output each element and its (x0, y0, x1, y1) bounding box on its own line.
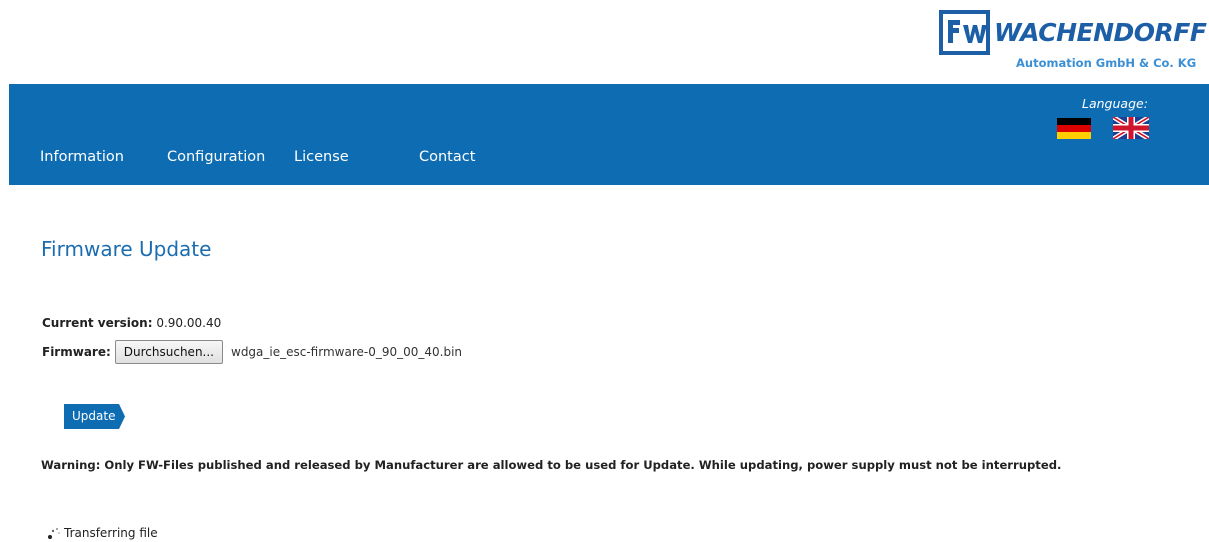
german-flag-icon[interactable] (1057, 118, 1091, 139)
current-version-label: Current version: (42, 316, 153, 330)
nav-item-information[interactable]: Information (40, 149, 124, 165)
nav-item-configuration[interactable]: Configuration (167, 149, 265, 165)
main-navbar: Information Configuration License Contac… (9, 84, 1209, 185)
page-title: Firmware Update (41, 237, 212, 261)
browse-button[interactable]: Durchsuchen... (114, 340, 223, 364)
brand-logo: WACHENDORFF Automation GmbH & Co. KG (939, 10, 1207, 72)
brand-subtitle: Automation GmbH & Co. KG (1016, 56, 1197, 70)
update-button[interactable]: Update (64, 404, 126, 429)
brand-name: WACHENDORFF (994, 18, 1207, 47)
brand-mark-icon (939, 10, 990, 55)
firmware-label: Firmware: (42, 345, 111, 359)
current-version-value: 0.90.00.40 (156, 316, 222, 330)
current-version-row: Current version: 0.90.00.40 (42, 316, 221, 330)
nav-item-contact[interactable]: Contact (419, 149, 475, 165)
nav-item-license[interactable]: License (294, 149, 349, 165)
uk-flag-icon[interactable] (1113, 117, 1149, 139)
transfer-status: Transferring file (47, 526, 158, 540)
update-button-label: Update (72, 409, 116, 423)
warning-text: Warning: Only FW-Files published and rel… (41, 458, 1062, 472)
language-label: Language: (1082, 96, 1148, 111)
selected-file-name: wdga_ie_esc-firmware-0_90_00_40.bin (231, 345, 463, 359)
status-text: Transferring file (64, 526, 158, 540)
firmware-row: Firmware: Durchsuchen... wdga_ie_esc-fir… (42, 340, 462, 364)
loading-spinner-icon (48, 528, 60, 539)
